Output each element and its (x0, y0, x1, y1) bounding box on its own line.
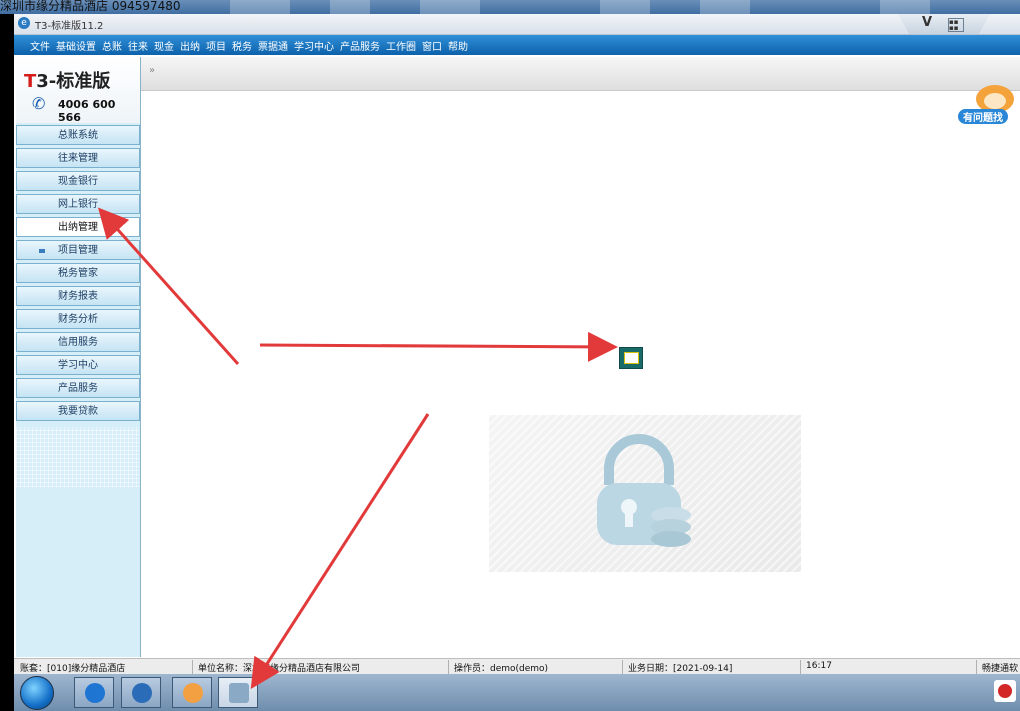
window-title: T3-标准版11.2 (35, 21, 104, 32)
blurred-tab (420, 0, 480, 14)
lock-placeholder (489, 415, 801, 572)
menu-project[interactable]: 项目 (206, 38, 226, 53)
status-divider (622, 660, 623, 674)
nav-list: 总账系统 往来管理 现金银行 网上银行 出纳管理 项目管理 税务管家 财务报表 … (16, 125, 140, 424)
browser-icon (85, 683, 105, 703)
grid-icon[interactable]: ▪▪ ▪▪ (948, 18, 964, 32)
nav-learning[interactable]: 学习中心 (16, 355, 140, 375)
nav-cashier[interactable]: 出纳管理 (16, 217, 140, 237)
menu-products[interactable]: 产品服务 (340, 38, 380, 53)
bullet-icon (39, 249, 45, 253)
help-mascot[interactable]: 有问题找 (958, 85, 1020, 125)
taskbar (14, 674, 1020, 711)
taskbar-app-1[interactable] (74, 677, 114, 708)
blurred-tab (700, 0, 750, 14)
menu-file[interactable]: 文件 (30, 38, 50, 53)
top-caption: 深圳市缘分精品酒店 094597480 (0, 0, 181, 13)
nav-project[interactable]: 项目管理 (16, 240, 140, 260)
notepad-icon (229, 683, 249, 703)
menu-learning[interactable]: 学习中心 (294, 38, 334, 53)
menu-cash[interactable]: 现金 (154, 38, 174, 53)
nav-online-bank[interactable]: 网上银行 (16, 194, 140, 214)
nav-cash-bank[interactable]: 现金银行 (16, 171, 140, 191)
taskbar-app-3[interactable] (172, 677, 212, 708)
menu-accounts[interactable]: 往来 (128, 38, 148, 53)
blurred-tab (600, 0, 650, 14)
nav-tax[interactable]: 税务管家 (16, 263, 140, 283)
app-icon: e (18, 17, 30, 29)
menu-bar: 文件 基础设置 总账 往来 现金 出纳 项目 税务 票据通 学习中心 产品服务 … (14, 35, 1020, 55)
status-account: 账套：[010]缘分精品酒店 (20, 664, 126, 674)
start-button[interactable] (20, 676, 54, 710)
nav-receivables[interactable]: 往来管理 (16, 148, 140, 168)
status-right: 畅捷通软 (982, 664, 1019, 674)
t3-app-icon (132, 683, 152, 703)
phone-number: 4006 600 566 (58, 98, 116, 124)
nav-reports[interactable]: 财务报表 (16, 286, 140, 306)
brand-title: T3-标准版 (24, 71, 111, 92)
status-divider (192, 660, 193, 674)
status-bar: 账套：[010]缘分精品酒店 单位名称：深圳市缘分精品酒店有限公司 操作员：de… (14, 658, 1020, 675)
lock-icon (597, 434, 691, 547)
status-operator: 操作员：demo(demo) (454, 664, 549, 674)
blurred-tab (330, 0, 370, 14)
sidebar-pattern (16, 427, 140, 487)
status-divider (800, 660, 801, 674)
taskbar-app-4[interactable] (218, 677, 258, 708)
nav-products[interactable]: 产品服务 (16, 378, 140, 398)
help-label[interactable]: 有问题找 (958, 109, 1008, 124)
nav-loan[interactable]: 我要贷款 (16, 401, 140, 421)
nav-analysis[interactable]: 财务分析 (16, 309, 140, 329)
screenshot-tool-icon[interactable] (619, 347, 643, 369)
nav-credit[interactable]: 信用服务 (16, 332, 140, 352)
menu-help[interactable]: 帮助 (448, 38, 468, 53)
blurred-tab (880, 0, 930, 14)
status-unit: 单位名称：深圳市缘分精品酒店有限公司 (198, 664, 361, 674)
sidebar: T3-标准版 ✆ 4006 600 566 总账系统 往来管理 现金银行 网上银… (16, 57, 141, 657)
status-divider (448, 660, 449, 674)
monkey-icon (183, 683, 203, 703)
title-bar: e T3-标准版11.2 V ▪▪ ▪▪ (14, 14, 1020, 35)
tray-icon[interactable] (994, 680, 1016, 702)
status-business-date: 业务日期：[2021-09-14] (628, 664, 733, 674)
status-time: 16:17 (806, 661, 832, 671)
brand-logo: T3-标准版 ✆ 4006 600 566 (16, 57, 140, 124)
top-system-bar: 深圳市缘分精品酒店 094597480 (0, 0, 1020, 14)
tab-strip: » (141, 57, 1020, 91)
window-controls[interactable]: V ▪▪ ▪▪ (898, 14, 990, 34)
main-content: » 有问题找 (141, 57, 1020, 657)
menu-items: 文件 基础设置 总账 往来 现金 出纳 项目 税务 票据通 学习中心 产品服务 … (14, 35, 1020, 53)
menu-ledger[interactable]: 总账 (102, 38, 122, 53)
nav-general-ledger[interactable]: 总账系统 (16, 125, 140, 145)
menu-window[interactable]: 窗口 (422, 38, 442, 53)
expand-chevron-icon[interactable]: » (149, 65, 155, 76)
status-divider (976, 660, 977, 674)
v-logo-icon: V (922, 15, 933, 30)
menu-basic-settings[interactable]: 基础设置 (56, 38, 96, 53)
phone-icon: ✆ (32, 94, 46, 113)
menu-tax[interactable]: 税务 (232, 38, 252, 53)
menu-cashier[interactable]: 出纳 (180, 38, 200, 53)
app-window: e T3-标准版11.2 V ▪▪ ▪▪ 文件 基础设置 总账 往来 现金 出纳 … (14, 14, 1020, 675)
menu-work-circle[interactable]: 工作圈 (386, 38, 416, 53)
menu-invoice[interactable]: 票据通 (258, 38, 288, 53)
taskbar-app-2[interactable] (121, 677, 161, 708)
blurred-tab (230, 0, 290, 14)
